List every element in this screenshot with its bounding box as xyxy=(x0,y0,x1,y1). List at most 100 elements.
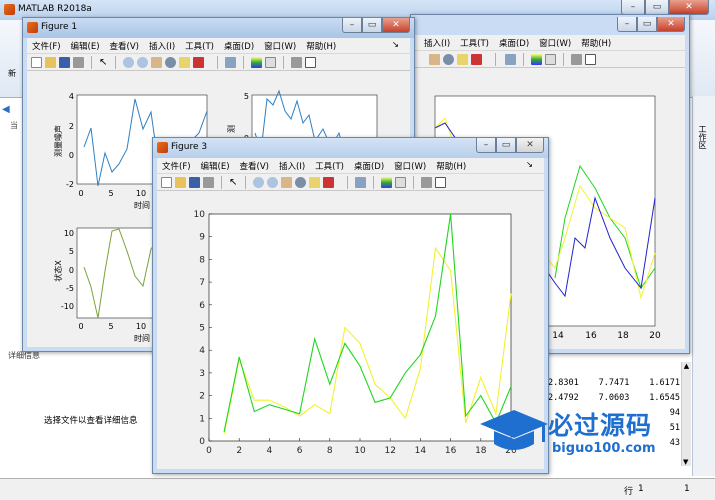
table-row: 2.8301 7.7471 1.6171 xyxy=(548,378,680,388)
figure2-minimize-button[interactable]: – xyxy=(617,17,637,32)
x-tick: 0 xyxy=(78,189,83,198)
link-icon[interactable] xyxy=(355,177,366,188)
close-button[interactable]: ✕ xyxy=(669,0,709,15)
save-icon[interactable] xyxy=(59,57,70,68)
figure2-xtick: 16 xyxy=(585,331,597,341)
menu-edit[interactable]: 编辑(E) xyxy=(66,40,105,52)
brush-icon[interactable] xyxy=(323,177,334,188)
show-plot-tools-icon[interactable] xyxy=(305,57,316,68)
menu-insert[interactable]: 插入(I) xyxy=(274,160,310,172)
menu-desktop[interactable]: 桌面(D) xyxy=(349,160,389,172)
rotate-icon[interactable] xyxy=(443,54,454,65)
menu-window[interactable]: 窗口(W) xyxy=(534,37,576,49)
menu-view[interactable]: 查看(V) xyxy=(105,40,144,52)
colorbar-icon[interactable] xyxy=(531,54,542,65)
x-tick-label: 14 xyxy=(415,446,427,456)
datacursor-icon[interactable] xyxy=(309,177,320,188)
edit-plot-icon[interactable]: ↖ xyxy=(99,57,110,68)
menu-tools[interactable]: 工具(T) xyxy=(310,160,349,172)
menu-window[interactable]: 窗口(W) xyxy=(259,40,301,52)
x-tick: 0 xyxy=(78,322,83,331)
ribbon-new-label[interactable]: 新 xyxy=(8,68,16,79)
brush-icon[interactable] xyxy=(471,54,482,65)
x-tick: 10 xyxy=(136,189,146,198)
pan-icon[interactable] xyxy=(151,57,162,68)
figure2-maximize-button[interactable]: ▭ xyxy=(637,17,657,32)
colorbar-icon[interactable] xyxy=(251,57,262,68)
print-icon[interactable] xyxy=(73,57,84,68)
menu-view[interactable]: 查看(V) xyxy=(235,160,274,172)
y-tick: 10 xyxy=(64,229,74,238)
x-tick-label: 0 xyxy=(206,446,212,456)
menu-desktop[interactable]: 桌面(D) xyxy=(219,40,259,52)
new-figure-icon[interactable] xyxy=(31,57,42,68)
menu-edit[interactable]: 编辑(E) xyxy=(196,160,235,172)
maximize-button[interactable]: ▭ xyxy=(645,0,669,15)
hide-plot-tools-icon[interactable] xyxy=(421,177,432,188)
link-icon[interactable] xyxy=(225,57,236,68)
menu-insert[interactable]: 插入(I) xyxy=(419,37,455,49)
menu-help[interactable]: 帮助(H) xyxy=(301,40,341,52)
x-tick-label: 4 xyxy=(267,446,273,456)
show-plot-tools-icon[interactable] xyxy=(435,177,446,188)
menu-insert[interactable]: 插入(I) xyxy=(144,40,180,52)
menu-file[interactable]: 文件(F) xyxy=(157,160,196,172)
zoom-in-icon[interactable] xyxy=(123,57,134,68)
back-arrow-icon[interactable]: ◀ xyxy=(2,104,10,115)
figure3-close-button[interactable]: ✕ xyxy=(516,138,544,153)
y-tick: -2 xyxy=(66,180,74,189)
dock-arrow-icon[interactable]: ↘ xyxy=(387,40,404,50)
brush-icon[interactable] xyxy=(193,57,204,68)
scroll-up-icon[interactable]: ▲ xyxy=(682,362,691,370)
menu-help[interactable]: 帮助(H) xyxy=(576,37,616,49)
detail-text: 选择文件以查看详细信息 xyxy=(44,416,138,426)
zoom-in-icon[interactable] xyxy=(253,177,264,188)
figure3-toolbar: ↖ xyxy=(157,173,544,191)
graduation-cap-icon xyxy=(480,410,548,450)
open-file-icon[interactable] xyxy=(45,57,56,68)
plot-axes xyxy=(208,213,512,442)
rotate-icon[interactable] xyxy=(295,177,306,188)
datacursor-icon[interactable] xyxy=(179,57,190,68)
new-figure-icon[interactable] xyxy=(161,177,172,188)
figure3-maximize-button[interactable]: ▭ xyxy=(496,138,516,153)
menu-help[interactable]: 帮助(H) xyxy=(431,160,471,172)
menu-tools[interactable]: 工具(T) xyxy=(455,37,494,49)
figure1-maximize-button[interactable]: ▭ xyxy=(362,18,382,33)
pan-icon[interactable] xyxy=(429,54,440,65)
y-tick-label: 9 xyxy=(199,233,205,243)
workspace-label[interactable]: 工作区 xyxy=(697,125,707,149)
menu-window[interactable]: 窗口(W) xyxy=(389,160,431,172)
figure3-minimize-button[interactable]: – xyxy=(476,138,496,153)
print-icon[interactable] xyxy=(203,177,214,188)
menu-tools[interactable]: 工具(T) xyxy=(180,40,219,52)
datacursor-icon[interactable] xyxy=(457,54,468,65)
figure1-close-button[interactable]: ✕ xyxy=(382,18,410,33)
colorbar-icon[interactable] xyxy=(381,177,392,188)
dock-arrow-icon[interactable]: ↘ xyxy=(521,160,538,170)
save-icon[interactable] xyxy=(189,177,200,188)
current-folder-label: 当 xyxy=(10,121,18,130)
legend-icon[interactable] xyxy=(545,54,556,65)
open-file-icon[interactable] xyxy=(175,177,186,188)
zoom-out-icon[interactable] xyxy=(267,177,278,188)
hide-plot-tools-icon[interactable] xyxy=(291,57,302,68)
watermark-site: biguo100.com xyxy=(552,441,656,456)
figure1-menubar: 文件(F) 编辑(E) 查看(V) 插入(I) 工具(T) 桌面(D) 窗口(W… xyxy=(27,38,410,53)
figure1-minimize-button[interactable]: – xyxy=(342,18,362,33)
hide-plot-tools-icon[interactable] xyxy=(571,54,582,65)
menu-file[interactable]: 文件(F) xyxy=(27,40,66,52)
y-tick-label: 2 xyxy=(199,392,205,402)
show-plot-tools-icon[interactable] xyxy=(585,54,596,65)
legend-icon[interactable] xyxy=(265,57,276,68)
edit-plot-icon[interactable]: ↖ xyxy=(229,177,240,188)
minimize-button[interactable]: – xyxy=(621,0,645,15)
legend-icon[interactable] xyxy=(395,177,406,188)
rotate-icon[interactable] xyxy=(165,57,176,68)
pan-icon[interactable] xyxy=(281,177,292,188)
figure2-close-button[interactable]: ✕ xyxy=(657,17,685,32)
zoom-out-icon[interactable] xyxy=(137,57,148,68)
y-tick-label: 0 xyxy=(199,437,205,447)
link-icon[interactable] xyxy=(505,54,516,65)
menu-desktop[interactable]: 桌面(D) xyxy=(494,37,534,49)
